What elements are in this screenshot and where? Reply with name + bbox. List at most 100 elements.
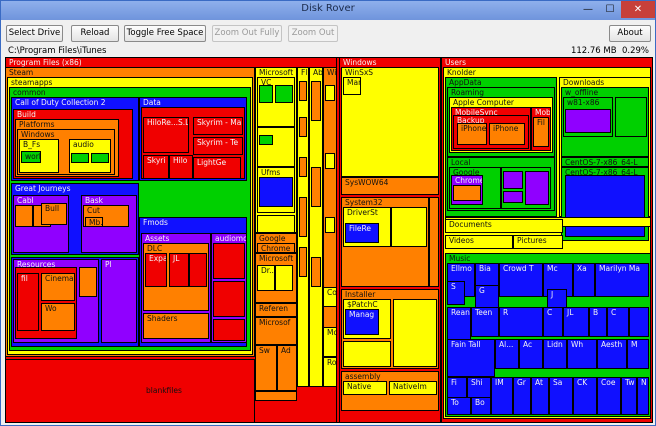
treemap-cell-nativelm[interactable]: NativeIm (389, 381, 437, 395)
title-bar[interactable]: Disk Rover — ☐ ✕ (1, 1, 655, 20)
treemap-cell[interactable] (189, 253, 207, 287)
treemap-cell[interactable] (503, 191, 523, 203)
treemap-cell-cinema[interactable]: Cinema (41, 273, 75, 301)
treemap-cell[interactable] (429, 197, 439, 287)
treemap-cell-pl[interactable]: Pl (101, 259, 137, 343)
treemap-cell-tw[interactable]: Tw (621, 377, 637, 415)
treemap-cell-referen[interactable]: Referen (255, 303, 297, 317)
treemap-cell-chrome[interactable]: Chrome (257, 243, 295, 253)
treemap-cell-wo[interactable]: Wo (41, 303, 75, 331)
treemap-cell-r[interactable]: R (499, 307, 543, 337)
close-icon[interactable]: ✕ (621, 1, 655, 18)
treemap-cell[interactable] (453, 185, 481, 201)
treemap-cell-fain-tall[interactable]: Fain Tall (447, 339, 495, 377)
treemap-cell[interactable] (311, 81, 321, 121)
maximize-icon[interactable]: ☐ (599, 1, 621, 18)
treemap-cell-mo[interactable]: Mo (323, 327, 337, 357)
treemap-cell-microsof3[interactable]: Microsof (255, 317, 297, 345)
treemap-cell[interactable] (299, 247, 307, 277)
treemap-cell[interactable] (259, 177, 293, 207)
treemap-cell-aesth[interactable]: Aesth (597, 339, 627, 369)
treemap-cell-blanks[interactable]: blankfiles (5, 359, 255, 423)
toggle-free-space-button[interactable]: Toggle Free Space (124, 25, 206, 42)
treemap-cell-lidn[interactable]: Lidn (543, 339, 567, 369)
treemap-cell-documents[interactable]: Documents (445, 219, 563, 233)
minimize-icon[interactable]: — (577, 1, 599, 18)
treemap-cell-light-ge[interactable]: LightGe (193, 157, 241, 179)
disk-treemap[interactable]: Program Files (x86) Steam steamapps common C… (5, 57, 653, 423)
treemap-cell-man[interactable]: Man (343, 77, 361, 95)
treemap-cell-shaders[interactable]: Shaders (143, 313, 209, 339)
treemap-cell[interactable] (565, 109, 611, 133)
treemap-cell-jd[interactable]: JL (169, 253, 189, 287)
treemap-cell-pictures[interactable]: Pictures (513, 235, 563, 249)
treemap-cell-filere[interactable]: FileRe (345, 223, 379, 243)
treemap-cell-ad[interactable]: Ad (277, 345, 297, 391)
treemap-cell-teen[interactable]: Teen (471, 307, 499, 337)
treemap-cell-world[interactable]: world (21, 151, 41, 163)
treemap-cell-bo[interactable]: Bo (471, 397, 491, 415)
treemap-cell[interactable] (91, 153, 109, 163)
treemap-cell-centos-a[interactable]: CentOS-7-x86_64-L (561, 157, 649, 167)
treemap-cell-phone[interactable]: iPhone (457, 123, 487, 145)
reload-button[interactable]: Reload (71, 25, 119, 42)
treemap-cell[interactable] (71, 153, 89, 163)
treemap-cell-syswow64[interactable]: SysWOW64 (341, 177, 439, 195)
treemap-cell[interactable] (15, 205, 33, 227)
treemap-cell-videos[interactable]: Videos (445, 235, 513, 249)
treemap-cell[interactable] (259, 85, 273, 103)
treemap-cell-alp[interactable]: Al... (495, 339, 519, 369)
treemap-cell[interactable] (325, 85, 335, 101)
treemap-cell-phone[interactable]: iPhone (489, 123, 525, 145)
treemap-cell[interactable] (525, 171, 549, 205)
treemap-cell[interactable] (299, 197, 307, 237)
treemap-cell-s[interactable]: S (447, 281, 465, 305)
about-button[interactable]: About (609, 25, 651, 42)
treemap-cell[interactable] (343, 341, 391, 367)
treemap-cell-im[interactable]: IM (491, 377, 513, 415)
treemap-cell[interactable] (257, 127, 295, 167)
select-drive-button[interactable]: Select Drive (6, 25, 63, 42)
treemap-cell[interactable] (275, 265, 293, 291)
treemap-cell-dr-ux[interactable]: Dr...ux (257, 265, 275, 291)
treemap-cell-mb-hum[interactable]: Mb...Hum (85, 217, 103, 227)
treemap-cell-fil[interactable]: fil (17, 273, 39, 331)
treemap-cell[interactable] (79, 267, 97, 297)
treemap-cell[interactable] (213, 243, 245, 279)
treemap-cell-at[interactable]: At (531, 377, 549, 415)
treemap-cell[interactable] (299, 81, 307, 101)
treemap-cell-skyri[interactable]: Skyri (143, 155, 169, 179)
treemap-cell[interactable] (213, 281, 245, 317)
treemap-cell[interactable] (503, 171, 523, 189)
treemap-cell-wh[interactable]: Wh (567, 339, 597, 369)
treemap-cell-ro[interactable]: Ro (323, 357, 337, 387)
treemap-cell-skyrim-te[interactable]: Skyrim - Te (193, 137, 243, 155)
treemap-cell-crowd[interactable]: Crowd T (499, 263, 543, 297)
treemap-cell-hilo[interactable]: Hilo (169, 155, 193, 179)
treemap-cell[interactable] (311, 257, 321, 287)
treemap-cell-sw[interactable]: Sw (255, 345, 277, 391)
treemap-cell[interactable] (213, 319, 245, 341)
treemap-cell-native[interactable]: Native (343, 381, 387, 395)
treemap-cell[interactable] (325, 217, 335, 233)
treemap-cell-hilo-m[interactable]: HiloRe...S.L (143, 117, 189, 153)
treemap-cell[interactable] (615, 97, 647, 137)
treemap-cell-bull[interactable]: Bull (41, 203, 67, 225)
treemap-cell[interactable] (393, 299, 437, 367)
treemap-cell-expa[interactable]: Expa (145, 253, 167, 287)
treemap-cell[interactable] (257, 215, 295, 233)
treemap-cell[interactable] (275, 85, 293, 103)
treemap-cell[interactable] (629, 307, 649, 337)
treemap-cell-gr[interactable]: Gr (513, 377, 531, 415)
treemap-cell-jl[interactable]: JL (563, 307, 589, 337)
zoom-out-button[interactable]: Zoom Out (288, 25, 338, 42)
treemap-cell-co[interactable]: Co (323, 287, 337, 307)
treemap-cell[interactable] (325, 153, 335, 169)
treemap-cell-ck[interactable]: CK (573, 377, 597, 415)
treemap-cell-n[interactable]: N (637, 377, 649, 415)
treemap-cell-cz[interactable]: C (607, 307, 629, 337)
treemap-cell[interactable] (255, 391, 297, 401)
treemap-cell-xa[interactable]: Xa (573, 263, 595, 297)
treemap-cell[interactable] (565, 175, 645, 237)
treemap-cell-coe[interactable]: Coe (597, 377, 621, 415)
